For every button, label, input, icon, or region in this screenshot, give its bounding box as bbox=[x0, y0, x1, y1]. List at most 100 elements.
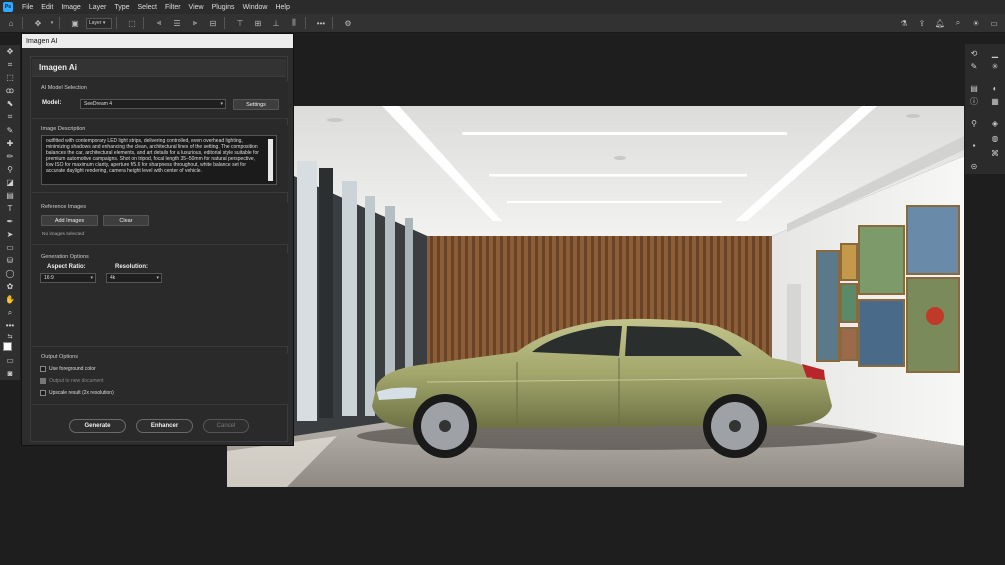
hand-tool-icon[interactable]: ✋ bbox=[3, 293, 17, 306]
brush-settings-icon[interactable]: ✎ bbox=[968, 60, 980, 72]
resolution-dropdown[interactable]: 4k ▾ bbox=[106, 273, 162, 283]
move-tool-icon[interactable]: ✥ bbox=[31, 16, 45, 30]
clear-button[interactable]: Clear bbox=[103, 215, 149, 226]
menu-plugins[interactable]: Plugins bbox=[208, 4, 239, 11]
image-description-textarea[interactable]: outfitted with contemporary LED light st… bbox=[41, 135, 277, 185]
marquee-tool-icon[interactable]: ⬚ bbox=[3, 72, 17, 85]
type-tool-icon[interactable]: T bbox=[3, 202, 17, 215]
imagen-plugin-icon[interactable]: ⊝ bbox=[968, 160, 980, 172]
shape-tool-icon[interactable]: ✿ bbox=[3, 280, 17, 293]
auto-select-target-dropdown[interactable]: Layer ▾ bbox=[86, 17, 112, 29]
checkbox-box[interactable] bbox=[40, 390, 46, 396]
path-selection-icon[interactable]: ➤ bbox=[3, 228, 17, 241]
align-center-icon[interactable]: ☰ bbox=[170, 16, 184, 30]
align-bottom-icon[interactable]: ⊥ bbox=[269, 16, 283, 30]
description-scrollbar[interactable] bbox=[268, 139, 273, 181]
dialog-title-bar[interactable]: Imagen AI bbox=[22, 34, 293, 48]
workspace-icon[interactable]: ▭ bbox=[987, 16, 1001, 30]
crop-tool-icon[interactable]: ⌗ bbox=[3, 111, 17, 124]
menu-view[interactable]: View bbox=[185, 4, 208, 11]
zoom-tool-icon[interactable]: ⌕ bbox=[3, 306, 17, 319]
auto-select-icon[interactable]: ▣ bbox=[68, 16, 82, 30]
aspect-ratio-dropdown[interactable]: 16:9 ▾ bbox=[40, 273, 96, 283]
enhancer-button[interactable]: Enhancer bbox=[136, 419, 193, 433]
adjustments-icon[interactable]: ◐ bbox=[989, 82, 1001, 94]
clone-stamp-icon[interactable]: ⚲ bbox=[3, 163, 17, 176]
menu-edit[interactable]: Edit bbox=[37, 4, 57, 11]
menu-file[interactable]: File bbox=[18, 4, 37, 11]
chevron-down-icon: ▾ bbox=[220, 101, 223, 107]
menu-filter[interactable]: Filter bbox=[161, 4, 185, 11]
brush-tool-icon[interactable]: ✏ bbox=[3, 150, 17, 163]
home-icon[interactable]: ⌂ bbox=[4, 16, 18, 30]
menu-image[interactable]: Image bbox=[57, 4, 84, 11]
reference-section: Reference Images Add Images Clear No ima… bbox=[32, 203, 288, 245]
dialog-window-title: Imagen AI bbox=[26, 37, 58, 45]
menu-type[interactable]: Type bbox=[110, 4, 133, 11]
align-left-icon[interactable]: ⫷ bbox=[152, 16, 166, 30]
generate-button[interactable]: Generate bbox=[69, 419, 126, 433]
menu-select[interactable]: Select bbox=[134, 4, 161, 11]
upscale-result-checkbox[interactable]: Upscale result (2x resolution) bbox=[40, 390, 114, 396]
move-tool-icon[interactable]: ✥ bbox=[3, 46, 17, 59]
transform-controls-icon[interactable]: ⬚ bbox=[125, 16, 139, 30]
search-icon[interactable]: ⌕ bbox=[951, 16, 965, 30]
swap-colors-icon[interactable]: ⇆ bbox=[3, 333, 17, 341]
properties-icon[interactable]: ▦ bbox=[989, 95, 1001, 107]
showroom-car-image bbox=[227, 106, 964, 487]
align-right-icon[interactable]: ⫸ bbox=[188, 16, 202, 30]
healing-brush-icon[interactable]: ✚ bbox=[3, 137, 17, 150]
menu-window[interactable]: Window bbox=[239, 4, 272, 11]
bell-icon[interactable]: 🔔︎ bbox=[933, 16, 947, 30]
history-icon[interactable]: ⟲ bbox=[968, 47, 980, 59]
paths-icon[interactable]: ⌘ bbox=[989, 147, 1001, 159]
align-middle-icon[interactable]: ⊞ bbox=[251, 16, 265, 30]
distribute-vertical-icon[interactable]: ⫼ bbox=[287, 16, 301, 30]
info-icon[interactable]: ⓘ bbox=[968, 95, 980, 107]
object-selection-icon[interactable]: ⬉ bbox=[3, 98, 17, 111]
rectangle-tool-icon[interactable]: ▭ bbox=[3, 241, 17, 254]
channels-icon[interactable]: ◍ bbox=[989, 132, 1001, 144]
eyedropper-tool-icon[interactable]: ✎ bbox=[3, 124, 17, 137]
color-swatches[interactable] bbox=[3, 340, 17, 354]
cancel-button[interactable]: Cancel bbox=[203, 419, 249, 433]
paint-bucket-icon[interactable]: ⛁ bbox=[3, 254, 17, 267]
document-canvas[interactable] bbox=[227, 106, 964, 487]
gear-icon[interactable]: ⚙ bbox=[341, 16, 355, 30]
use-foreground-color-checkbox[interactable]: Use foreground color bbox=[40, 366, 96, 372]
chevron-down-icon[interactable]: ▾ bbox=[49, 16, 55, 30]
sparkle-icon[interactable]: ✳ bbox=[989, 60, 1001, 72]
gradient-tool-icon[interactable]: ▤ bbox=[3, 189, 17, 202]
lightbulb-icon[interactable]: ☀ bbox=[969, 16, 983, 30]
chevron-down-icon: ▾ bbox=[156, 275, 159, 281]
add-images-button[interactable]: Add Images bbox=[41, 215, 98, 226]
ellipse-tool-icon[interactable]: ◯ bbox=[3, 267, 17, 280]
foreground-color-swatch[interactable] bbox=[3, 342, 12, 352]
model-dropdown[interactable]: SeeDream 4 ▾ bbox=[80, 99, 226, 109]
more-options-icon[interactable]: ••• bbox=[314, 16, 328, 30]
more-tools-icon[interactable]: ••• bbox=[3, 319, 17, 332]
align-top-icon[interactable]: ⊤ bbox=[233, 16, 247, 30]
plugin-icon[interactable]: ▪ bbox=[968, 139, 980, 151]
eraser-tool-icon[interactable]: ◪ bbox=[3, 176, 17, 189]
artboard-tool-icon[interactable]: ⌗ bbox=[3, 59, 17, 72]
reference-status: No images selected bbox=[42, 232, 85, 237]
menu-layer[interactable]: Layer bbox=[85, 4, 111, 11]
libraries-icon[interactable]: ▤ bbox=[968, 82, 980, 94]
photoshop-logo-icon: Ps bbox=[3, 2, 13, 12]
flask-icon[interactable]: ⚗ bbox=[897, 16, 911, 30]
settings-button[interactable]: Settings bbox=[233, 99, 279, 110]
pen-tool-icon[interactable]: ✒ bbox=[3, 215, 17, 228]
quick-mask-icon[interactable]: ◙ bbox=[3, 367, 17, 380]
checkbox-box[interactable] bbox=[40, 366, 46, 372]
histogram-icon[interactable]: ▁ bbox=[989, 47, 1001, 59]
resolution-label: Resolution: bbox=[115, 264, 148, 270]
screen-mode-icon[interactable]: ▭ bbox=[3, 354, 17, 367]
stamp-icon[interactable]: ⚲ bbox=[968, 117, 980, 129]
layers-icon[interactable]: ◈ bbox=[989, 117, 1001, 129]
distribute-icon[interactable]: ⊟ bbox=[206, 16, 220, 30]
lasso-tool-icon[interactable]: ꝏ bbox=[3, 85, 17, 98]
share-icon[interactable]: ⇪ bbox=[915, 16, 929, 30]
right-panel-icons: ⟲ ▁ ✎ ✳ ▤ ◐ ⓘ ▦ ⚲ ◈ ◍ ▪ ⌘ ⊝ bbox=[965, 44, 1005, 174]
menu-help[interactable]: Help bbox=[271, 4, 293, 11]
